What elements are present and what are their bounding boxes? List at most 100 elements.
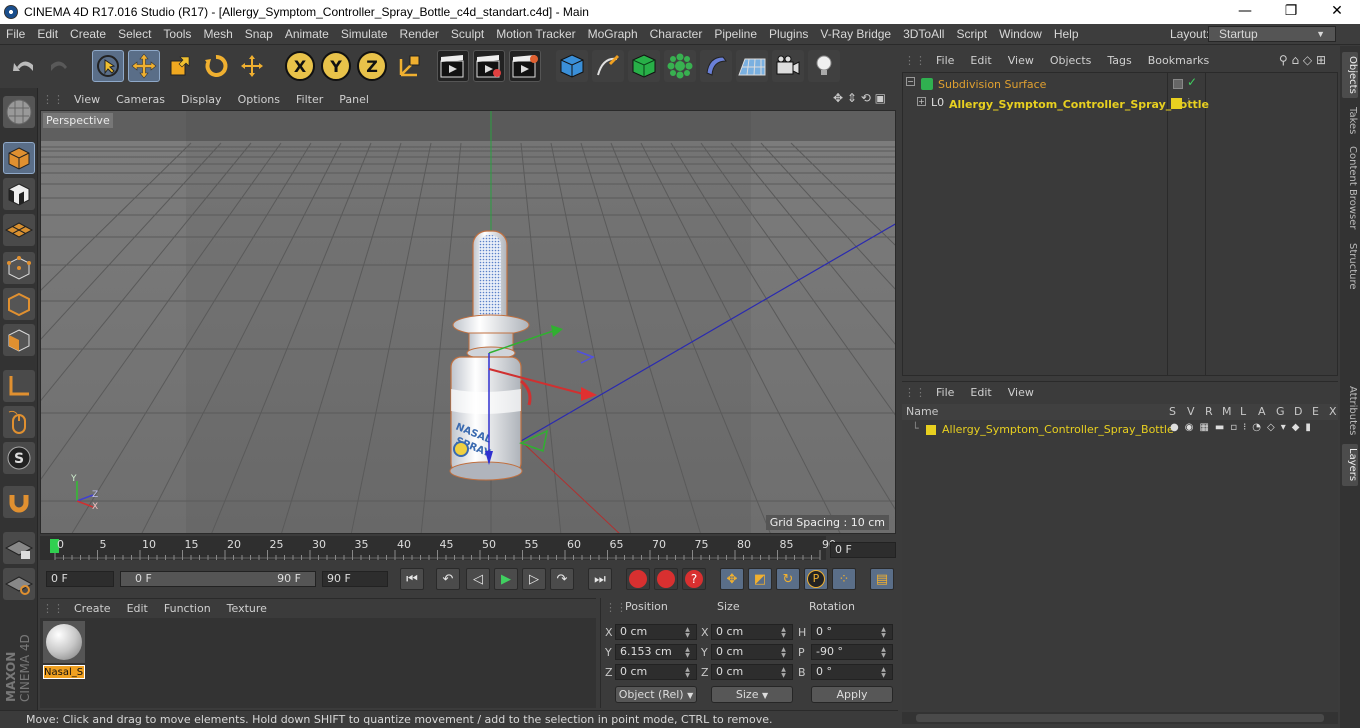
object-row-subdivision[interactable]: − Subdivision Surface ✓ <box>903 75 1337 94</box>
deformer-button[interactable] <box>700 50 732 82</box>
floor-button[interactable] <box>736 50 768 82</box>
menu-3dtoall[interactable]: 3DToAll <box>897 27 950 41</box>
key-pla-button[interactable]: ⁘ <box>832 568 856 590</box>
menu-edit[interactable]: Edit <box>31 27 64 41</box>
objects-menu-objects[interactable]: Objects <box>1042 54 1100 67</box>
go-to-start-button[interactable]: ⏮ <box>400 568 424 590</box>
expand-toggle-icon[interactable]: + <box>917 97 926 106</box>
previous-frame-button[interactable]: ◁ <box>466 568 490 590</box>
objects-toolbar-icons[interactable]: ⚲ ⌂ ◇ ⊞ <box>1271 53 1334 67</box>
go-to-end-button[interactable]: ⏭ <box>588 568 612 590</box>
menu-create[interactable]: Create <box>64 27 112 41</box>
autokeying-button[interactable] <box>654 568 678 590</box>
menu-pipeline[interactable]: Pipeline <box>708 27 763 41</box>
record-keys-button[interactable] <box>626 568 650 590</box>
snapping-button[interactable]: S <box>3 442 35 474</box>
keyframe-selection-button[interactable]: ? <box>682 568 706 590</box>
next-key-button[interactable]: ↷ <box>550 568 574 590</box>
live-selection-button[interactable] <box>92 50 124 82</box>
previous-key-button[interactable]: ↶ <box>436 568 460 590</box>
layer-color-swatch[interactable] <box>926 425 936 435</box>
menu-simulate[interactable]: Simulate <box>335 27 394 41</box>
menu-tools[interactable]: Tools <box>157 27 197 41</box>
coordinate-system-button[interactable] <box>394 50 426 82</box>
undo-button[interactable] <box>8 50 40 82</box>
object-name-subdivision[interactable]: Subdivision Surface <box>938 78 1046 91</box>
layer-name[interactable]: Allergy_Symptom_Controller_Spray_Bottle <box>942 423 1174 436</box>
light-button[interactable] <box>808 50 840 82</box>
tab-structure[interactable]: Structure <box>1342 240 1358 292</box>
viewport-menu-filter[interactable]: Filter <box>288 93 331 106</box>
lock-z-axis-button[interactable]: Z <box>357 51 387 81</box>
lock-x-axis-button[interactable]: X <box>285 51 315 81</box>
camera-button[interactable] <box>772 50 804 82</box>
render-settings-button[interactable] <box>509 50 541 82</box>
minimize-button[interactable]: — <box>1222 0 1268 24</box>
start-frame-field[interactable]: 0 F <box>46 571 114 587</box>
model-mode-button[interactable] <box>3 142 35 174</box>
menu-vray-bridge[interactable]: V-Ray Bridge <box>814 27 897 41</box>
objects-menu-edit[interactable]: Edit <box>962 54 999 67</box>
position-y-field[interactable]: 6.153 cm <box>615 644 697 660</box>
object-name-spray-bottle[interactable]: Allergy_Symptom_Controller_Spray_Bottle <box>949 98 1209 111</box>
object-row-spray-bottle[interactable]: + L0 Allergy_Symptom_Controller_Spray_Bo… <box>903 95 1337 114</box>
objects-menu-bookmarks[interactable]: Bookmarks <box>1140 54 1217 67</box>
rotate-tool-button[interactable] <box>200 50 232 82</box>
material-menu-function[interactable]: Function <box>156 602 219 615</box>
layer-color-swatch[interactable] <box>1171 98 1182 109</box>
editor-visibility-icon[interactable] <box>1173 79 1183 89</box>
menu-script[interactable]: Script <box>950 27 993 41</box>
viewport-menu-options[interactable]: Options <box>230 93 288 106</box>
menu-plugins[interactable]: Plugins <box>763 27 814 41</box>
tab-objects[interactable]: Objects <box>1342 52 1358 98</box>
planar-workplane-button[interactable] <box>3 568 35 600</box>
tab-content-browser[interactable]: Content Browser <box>1342 144 1358 232</box>
menu-mograph[interactable]: MoGraph <box>582 27 644 41</box>
tab-layers[interactable]: Layers <box>1342 444 1358 486</box>
layer-horizontal-scrollbar[interactable] <box>902 712 1338 724</box>
timeline-ruler[interactable]: 0 5 10 15 20 25 30 35 40 45 50 55 60 65 70 75 80 85 90 0 F <box>40 536 898 562</box>
timeline-window-button[interactable]: ▤ <box>870 568 894 590</box>
magnet-button[interactable] <box>3 486 35 518</box>
render-picture-viewer-button[interactable] <box>473 50 505 82</box>
size-x-field[interactable]: 0 cm <box>711 624 793 640</box>
material-menu-create[interactable]: Create <box>66 602 119 615</box>
rotation-p-field[interactable]: -90 ° <box>811 644 893 660</box>
render-view-button[interactable] <box>437 50 469 82</box>
position-z-field[interactable]: 0 cm <box>615 664 697 680</box>
size-mode-dropdown[interactable]: Size ▼ <box>711 686 793 703</box>
menu-file[interactable]: File <box>0 27 31 41</box>
maximize-button[interactable]: ❐ <box>1268 0 1314 24</box>
material-menu-texture[interactable]: Texture <box>219 602 275 615</box>
menu-snap[interactable]: Snap <box>239 27 279 41</box>
subdivision-surface-button[interactable] <box>628 50 660 82</box>
key-scale-button[interactable]: ◩ <box>748 568 772 590</box>
menu-mesh[interactable]: Mesh <box>197 27 238 41</box>
move-tool-button[interactable] <box>128 50 160 82</box>
layout-select[interactable]: Startup ▼ <box>1208 26 1336 42</box>
menu-character[interactable]: Character <box>644 27 709 41</box>
menu-motion-tracker[interactable]: Motion Tracker <box>490 27 581 41</box>
size-y-field[interactable]: 0 cm <box>711 644 793 660</box>
objects-menu-file[interactable]: File <box>928 54 962 67</box>
end-frame-field[interactable]: 90 F <box>322 571 388 587</box>
visibility-dots-icon[interactable]: : <box>1187 95 1190 106</box>
menu-render[interactable]: Render <box>394 27 445 41</box>
3d-viewport[interactable]: NASAL SPRAY Y Z X Perspective Grid Spaci… <box>40 110 896 534</box>
lock-y-axis-button[interactable]: Y <box>321 51 351 81</box>
layer-row[interactable]: └ Allergy_Symptom_Controller_Spray_Bottl… <box>902 422 1336 438</box>
points-mode-button[interactable] <box>3 252 35 284</box>
rotation-h-field[interactable]: 0 ° <box>811 624 893 640</box>
key-rotation-button[interactable]: ↻ <box>776 568 800 590</box>
axis-mode-button[interactable] <box>3 370 35 402</box>
workplane-mode-button[interactable] <box>3 214 35 246</box>
play-button[interactable]: ▶ <box>494 568 518 590</box>
layer-flag-icons[interactable]: ●◉▦▬▫⁝◔◇▾◆▮ <box>1170 422 1317 433</box>
size-z-field[interactable]: 0 cm <box>711 664 793 680</box>
viewport-navigation-icons[interactable]: ✥ ⇕ ⟲ ▣ <box>825 91 894 105</box>
menu-help[interactable]: Help <box>1048 27 1085 41</box>
coordinate-mode-dropdown[interactable]: Object (Rel) ▼ <box>615 686 697 703</box>
locked-workplane-button[interactable] <box>3 532 35 564</box>
viewport-menu-display[interactable]: Display <box>173 93 230 106</box>
apply-button[interactable]: Apply <box>811 686 893 703</box>
